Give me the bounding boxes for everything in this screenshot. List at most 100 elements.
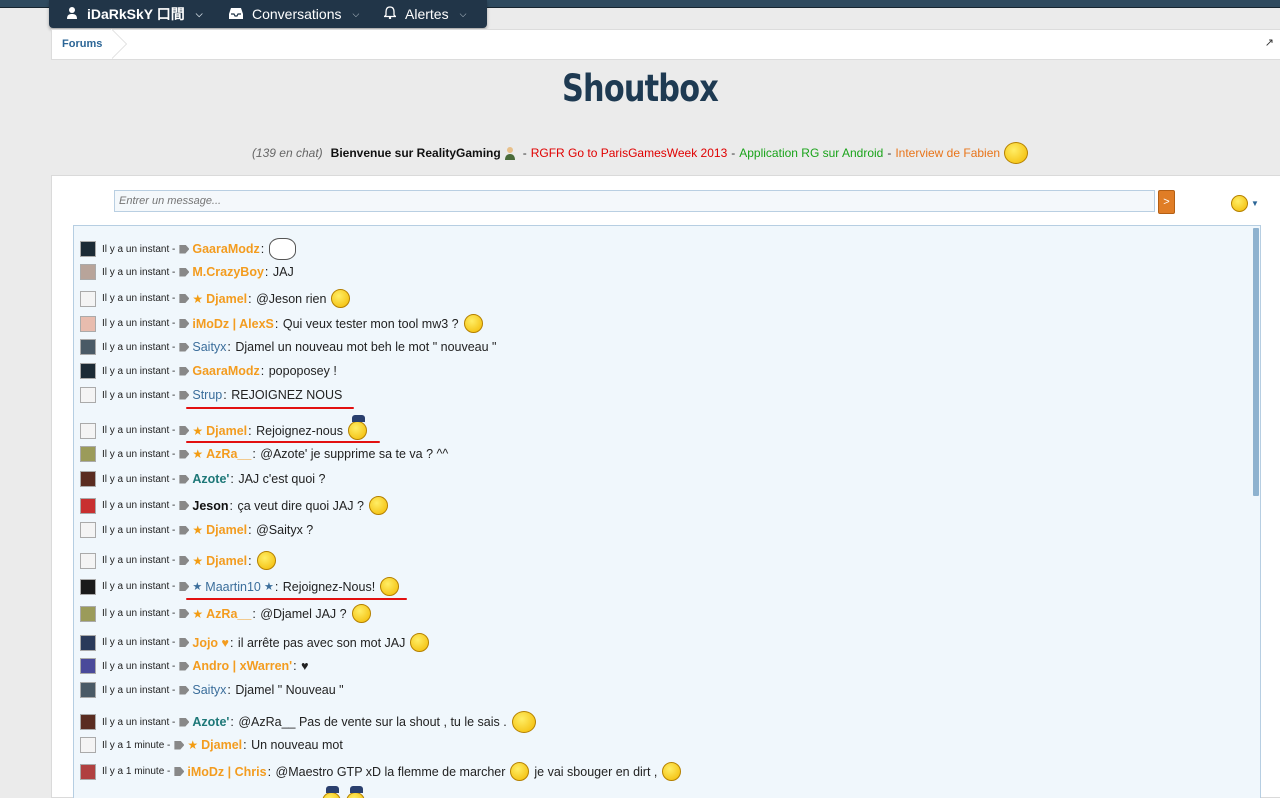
- tag-icon[interactable]: [179, 294, 190, 303]
- message-username[interactable]: Azote': [192, 715, 229, 729]
- avatar[interactable]: [80, 497, 96, 514]
- tag-icon[interactable]: [179, 582, 190, 591]
- tag-icon[interactable]: [174, 740, 185, 750]
- notice-link-pgw[interactable]: RGFR Go to ParisGamesWeek 2013: [531, 146, 728, 160]
- message-username[interactable]: Andro | xWarren': [192, 659, 292, 673]
- avatar[interactable]: [80, 714, 96, 730]
- avatar[interactable]: [80, 605, 96, 622]
- police-smiley-icon: [346, 786, 365, 798]
- avatar[interactable]: [80, 522, 96, 538]
- alerts-menu[interactable]: Alertes ⌵: [367, 0, 466, 28]
- avatar[interactable]: [80, 339, 96, 355]
- avatar[interactable]: [80, 471, 96, 487]
- scrollbar-thumb[interactable]: [1253, 228, 1259, 496]
- tag-icon[interactable]: [179, 556, 190, 565]
- message-username[interactable]: Jojo ♥: [192, 636, 229, 650]
- message-time: Il y a un instant -: [102, 448, 176, 460]
- tag-icon[interactable]: [179, 342, 190, 352]
- avatar[interactable]: [80, 634, 96, 651]
- message-username[interactable]: Djamel: [206, 554, 247, 568]
- message-username[interactable]: iMoDz | Chris: [187, 765, 266, 779]
- shoutbox-messages[interactable]: Il y a un instant - GaaraModz: Il y a un…: [73, 225, 1261, 798]
- tag-icon[interactable]: [179, 685, 190, 695]
- message-username[interactable]: Azote': [192, 472, 229, 486]
- external-link-icon[interactable]: ↗: [1265, 36, 1274, 49]
- message-time: Il y a un instant -: [102, 608, 176, 619]
- message-username[interactable]: Jeson: [192, 499, 228, 513]
- message-username[interactable]: Djamel: [206, 292, 247, 306]
- message-row: Il y a 1 minute - ★ Djamel: Un nouveau m…: [80, 737, 343, 753]
- alerts-label: Alertes: [405, 6, 449, 22]
- avatar[interactable]: [80, 290, 96, 307]
- message-username[interactable]: AzRa__: [206, 607, 251, 621]
- scrollbar[interactable]: [1252, 226, 1260, 798]
- avatar[interactable]: [80, 387, 96, 403]
- message-username[interactable]: Djamel: [201, 738, 242, 752]
- message-row: Il y a un instant - Strup: REJOIGNEZ NOU…: [80, 387, 342, 403]
- tag-icon[interactable]: [179, 609, 190, 618]
- message-time: Il y a un instant -: [102, 684, 176, 696]
- message-row: Il y a un instant - Andro | xWarren': ♥: [80, 658, 309, 674]
- message-username[interactable]: Saityx: [192, 340, 226, 354]
- avatar[interactable]: [80, 578, 96, 595]
- smiley-picker-button[interactable]: ▼: [1231, 194, 1261, 212]
- message-time: Il y a un instant -: [102, 425, 176, 436]
- message-username[interactable]: iMoDz | AlexS: [192, 317, 274, 331]
- breadcrumb-forums[interactable]: Forums: [52, 30, 129, 59]
- message-username[interactable]: Djamel: [206, 424, 247, 438]
- tag-icon[interactable]: [174, 767, 185, 776]
- star-icon: ★: [260, 581, 274, 593]
- notice-link-interview[interactable]: Interview de Fabien: [895, 146, 1000, 160]
- avatar[interactable]: [80, 658, 96, 674]
- avatar[interactable]: [80, 241, 96, 257]
- tag-icon[interactable]: [179, 426, 190, 435]
- avatar[interactable]: [80, 363, 96, 379]
- message-username[interactable]: Strup: [192, 388, 222, 402]
- notice-link-android[interactable]: Application RG sur Android: [739, 146, 883, 160]
- tag-icon[interactable]: [179, 661, 190, 671]
- tag-icon[interactable]: [179, 366, 190, 376]
- avatar[interactable]: [80, 763, 96, 780]
- avatar[interactable]: [80, 682, 96, 698]
- star-icon: ★: [192, 581, 206, 593]
- user-menu[interactable]: iDaRkSkY 口間 ⌵: [49, 0, 212, 28]
- conversations-label: Conversations: [252, 6, 342, 22]
- avatar[interactable]: [80, 264, 96, 280]
- message-username[interactable]: Saityx: [192, 683, 226, 697]
- message-username[interactable]: M.CrazyBoy: [192, 265, 264, 279]
- message-row: Il y a un instant - GaaraModz: popoposey…: [80, 363, 337, 379]
- message-row: Il y a un instant - Azote': @AzRa__ Pas …: [80, 711, 536, 733]
- tag-icon[interactable]: [179, 501, 190, 510]
- tag-icon[interactable]: [179, 474, 190, 484]
- message-row: Il y a un instant - ★ Djamel: @Jeson rie…: [80, 289, 351, 308]
- message-username[interactable]: GaaraModz: [192, 242, 259, 256]
- avatar[interactable]: [80, 552, 96, 569]
- avatar[interactable]: [80, 737, 96, 753]
- message-username[interactable]: AzRa__: [206, 447, 251, 461]
- tag-icon[interactable]: [179, 244, 190, 254]
- message-username[interactable]: Djamel: [206, 523, 247, 537]
- avatar[interactable]: [80, 446, 96, 462]
- smiley-icon: [1231, 194, 1248, 212]
- tag-icon[interactable]: [179, 449, 190, 459]
- tag-icon[interactable]: [179, 319, 190, 328]
- message-text: je vai sbouger en dirt ,: [534, 764, 658, 779]
- message-text: Rejoignez-nous: [256, 423, 343, 438]
- avatar[interactable]: [80, 422, 96, 439]
- tag-icon[interactable]: [179, 267, 190, 277]
- avatar[interactable]: [80, 315, 96, 332]
- shoutbox-notice: (139 en chat) Bienvenue sur RealityGamin…: [0, 142, 1280, 164]
- tag-icon[interactable]: [179, 390, 190, 400]
- tag-icon[interactable]: [179, 525, 190, 535]
- message-username[interactable]: GaaraModz: [192, 364, 259, 378]
- message-text: @Jeson rien: [256, 291, 327, 306]
- thumbs-up-smiley-icon: [410, 633, 430, 652]
- chevron-down-icon: ⌵: [195, 8, 203, 19]
- message-input[interactable]: [114, 190, 1155, 212]
- tag-icon[interactable]: [179, 638, 190, 647]
- message-username[interactable]: Maartin10: [205, 580, 261, 594]
- conversations-menu[interactable]: Conversations ⌵: [212, 0, 367, 28]
- message-row: Il y a un instant - GaaraModz:: [80, 238, 297, 260]
- send-button[interactable]: >: [1158, 190, 1175, 214]
- tag-icon[interactable]: [179, 717, 190, 727]
